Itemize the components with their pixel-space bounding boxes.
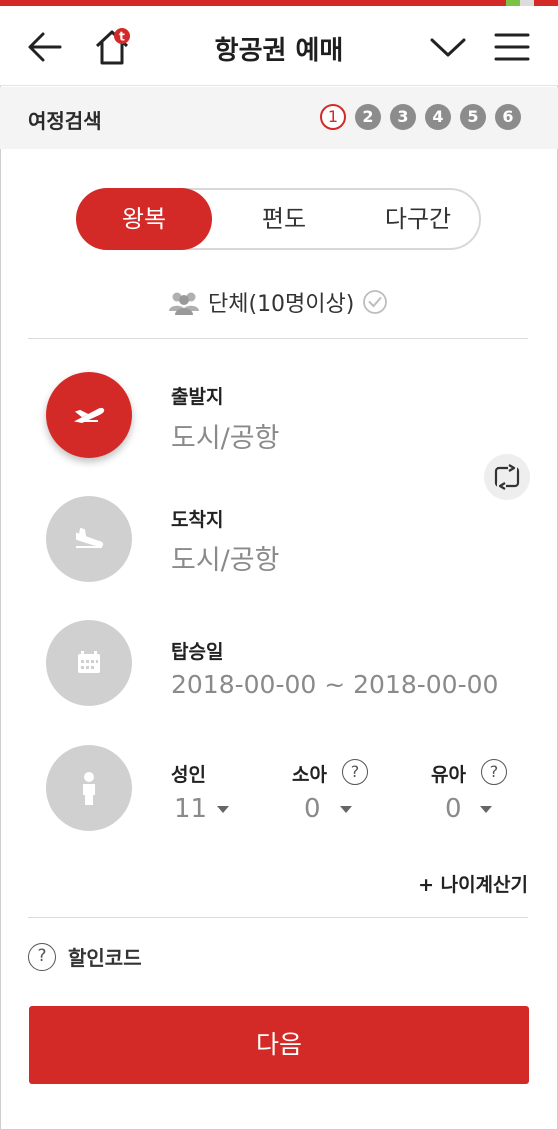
- adult-count-select[interactable]: 11: [174, 794, 207, 824]
- passenger-circle: [46, 745, 132, 831]
- discount-code-label[interactable]: 할인코드: [68, 942, 142, 971]
- infant-help-icon[interactable]: ?: [481, 759, 507, 785]
- discount-code-row[interactable]: ? 할인코드: [28, 942, 142, 971]
- group-booking-toggle[interactable]: 단체(10명이상): [168, 286, 388, 318]
- swap-arrows-icon: [494, 464, 520, 490]
- step-2: 2: [355, 104, 381, 130]
- chevron-down-icon[interactable]: [428, 32, 468, 62]
- age-calculator-link[interactable]: + 나이계산기: [418, 870, 528, 897]
- step-3: 3: [390, 104, 416, 130]
- infant-caret-icon[interactable]: [480, 806, 492, 813]
- adult-label: 성인: [171, 764, 206, 786]
- step-bar-label: 여정검색: [28, 109, 102, 133]
- next-button[interactable]: 다음: [29, 1006, 529, 1084]
- check-circle-icon: [363, 290, 388, 314]
- trip-type-selector: 왕복 편도 다구간: [76, 188, 481, 250]
- plane-takeoff-icon: [74, 407, 105, 424]
- app-header: t 항공권 예매: [0, 6, 558, 86]
- arrival-input[interactable]: 도시/공항: [171, 538, 279, 577]
- departure-label: 출발지: [171, 386, 224, 408]
- group-people-icon: [169, 292, 199, 315]
- child-count-select[interactable]: 0: [304, 794, 321, 824]
- divider-top: [28, 338, 528, 339]
- step-indicator: 1 2 3 4 5 6: [320, 104, 521, 130]
- hamburger-menu-icon[interactable]: [494, 30, 530, 64]
- date-circle[interactable]: [46, 620, 132, 706]
- date-label: 탑승일: [171, 641, 224, 663]
- arrival-circle[interactable]: [46, 496, 132, 582]
- tab-one-way[interactable]: 편도: [224, 190, 344, 248]
- infant-count-select[interactable]: 0: [445, 794, 462, 824]
- tab-round-trip[interactable]: 왕복: [76, 188, 212, 250]
- plane-landing-icon: [76, 527, 104, 548]
- date-range-input[interactable]: 2018-00-00 ~ 2018-00-00: [171, 670, 498, 699]
- child-label: 소아: [292, 764, 327, 786]
- divider-bottom: [28, 917, 528, 918]
- infant-label: 유아: [431, 764, 466, 786]
- child-caret-icon[interactable]: [340, 806, 352, 813]
- step-1: 1: [320, 104, 346, 130]
- tab-multi-city[interactable]: 다구간: [354, 190, 482, 248]
- adult-caret-icon[interactable]: [217, 806, 229, 813]
- step-6: 6: [495, 104, 521, 130]
- departure-circle[interactable]: [46, 372, 132, 458]
- group-booking-label: 단체(10명이상): [208, 292, 355, 317]
- person-icon: [83, 772, 95, 805]
- swap-button[interactable]: [484, 454, 530, 500]
- calendar-icon: [78, 651, 100, 673]
- departure-input[interactable]: 도시/공항: [171, 416, 279, 455]
- page-title: 항공권 예매: [214, 36, 344, 66]
- discount-help-icon[interactable]: ?: [28, 942, 56, 971]
- child-help-icon[interactable]: ?: [342, 759, 368, 785]
- arrival-label: 도착지: [171, 509, 224, 531]
- step-5: 5: [460, 104, 486, 130]
- step-4: 4: [425, 104, 451, 130]
